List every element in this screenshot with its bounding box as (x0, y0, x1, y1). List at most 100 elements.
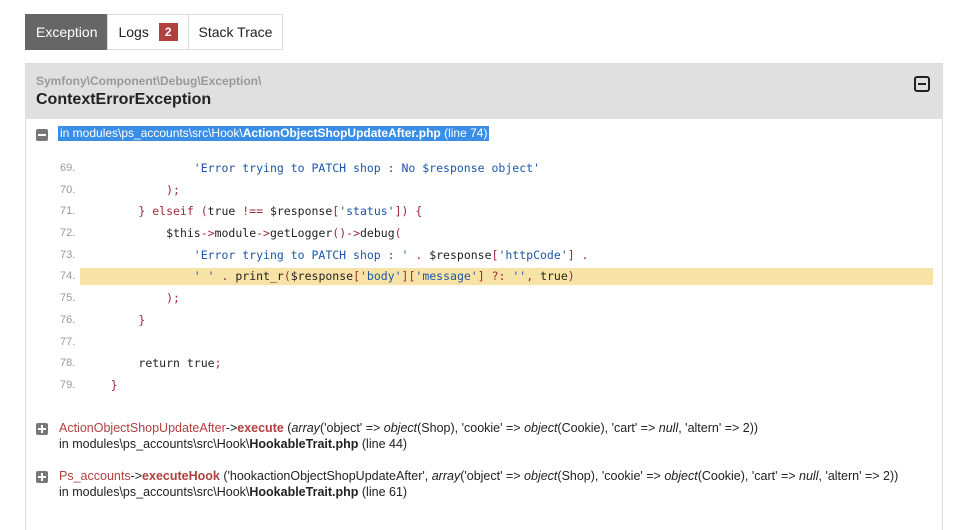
code-token: $response (429, 247, 492, 262)
code-line-background (80, 312, 933, 329)
line-number: 76. (60, 313, 76, 326)
expand-trace-2-icon[interactable] (36, 471, 48, 483)
trace-path: in modules\ps_accounts\src\Hook\ (59, 437, 250, 451)
trace-class[interactable]: Ps_accounts (59, 469, 131, 483)
code-token: $this (166, 226, 201, 241)
trace-arrow: -> (130, 469, 143, 483)
code-token: !== (235, 204, 270, 219)
code-token: 'message' (415, 269, 478, 284)
code-text: $this->module->getLogger()->debug( (83, 223, 402, 245)
line-number: 75. (60, 292, 76, 305)
code-token: $response (269, 204, 333, 219)
trace-arg: ('object' => (319, 421, 384, 435)
code-token: ( (394, 226, 402, 241)
code-token: return true (138, 356, 215, 371)
code-token: $response (290, 269, 354, 284)
exception-header: Symfony\Component\Debug\Exception\ Conte… (26, 64, 942, 119)
trace-arg: (Shop), 'cookie' => (557, 469, 665, 483)
code-token: ); (83, 291, 180, 306)
file-line-number: (line 74) (440, 126, 488, 140)
code-token: } (83, 377, 118, 392)
code-token: } elseif ( (83, 204, 208, 219)
code-line: 69. 'Error trying to PATCH shop : No $re… (25, 158, 933, 180)
code-token: getLogger (269, 226, 333, 241)
code-text: } (83, 310, 145, 332)
code-token: '' (512, 269, 527, 284)
trace-line-number: (line 61) (358, 485, 408, 499)
collapse-file-icon[interactable] (36, 129, 48, 141)
trace-item: Ps_accounts->executeHook ('hookactionObj… (59, 468, 929, 500)
tab-exception-label: Exception (36, 24, 98, 40)
trace-method: execute (237, 421, 284, 435)
trace-file[interactable]: HookableTrait.php (249, 485, 358, 499)
code-token: } (83, 312, 146, 327)
file-name[interactable]: ActionObjectShopUpdateAfter.php (243, 126, 441, 140)
code-line-background (80, 334, 933, 351)
code-token: ] . (567, 247, 589, 262)
trace-arg: object (524, 469, 558, 483)
code-token: ] ?: (477, 269, 513, 284)
tab-bar: Exception Logs 2 Stack Trace (25, 14, 284, 50)
code-text: } elseif (true !== $response['status']) … (83, 201, 422, 223)
code-token: [ (353, 269, 360, 284)
trace-method: executeHook (142, 469, 220, 483)
code-token: ) (567, 269, 575, 284)
line-number: 79. (60, 378, 76, 391)
trace-class[interactable]: ActionObjectShopUpdateAfter (59, 421, 226, 435)
code-excerpt: 69. 'Error trying to PATCH shop : No $re… (25, 158, 933, 397)
code-token: 'body' (360, 269, 402, 284)
logs-count-badge: 2 (158, 23, 178, 41)
line-number: 77. (60, 335, 76, 348)
line-number: 78. (60, 357, 76, 370)
line-number: 71. (60, 205, 76, 218)
code-token: . (408, 247, 430, 262)
line-number: 74. (60, 270, 76, 283)
line-number: 72. (60, 227, 76, 240)
code-text: ' ' . print_r($response['body']['message… (83, 266, 575, 288)
code-token: 'Error trying to PATCH shop : No $respon… (193, 161, 540, 175)
code-token: ); (83, 182, 180, 197)
trace-arrow: -> (225, 421, 238, 435)
code-token: -> (256, 226, 270, 241)
code-line-background (80, 290, 933, 307)
code-text: } (83, 375, 118, 397)
trace-arg: , 'altern' => 2)) (678, 421, 759, 435)
expand-trace-1-icon[interactable] (36, 423, 48, 435)
code-line: 79. } (25, 375, 933, 397)
code-token: ][ (401, 269, 416, 284)
code-text: ); (83, 180, 180, 202)
trace-arg: null (658, 421, 679, 435)
trace-arg: object (383, 421, 418, 435)
code-token: module (214, 226, 257, 241)
trace-arg: array (291, 421, 320, 435)
tab-logs[interactable]: Logs 2 (107, 14, 189, 50)
code-text: return true; (83, 353, 222, 375)
trace-call: Ps_accounts->executeHook ('hookactionObj… (59, 468, 929, 484)
code-line: 70. ); (25, 180, 933, 202)
trace-arg: (Cookie), 'cart' => (697, 469, 800, 483)
trace-file[interactable]: HookableTrait.php (249, 437, 358, 451)
tab-stack-trace[interactable]: Stack Trace (187, 14, 284, 50)
collapse-icon[interactable] (914, 76, 930, 92)
code-token: true (207, 204, 236, 219)
trace-arg: array (431, 469, 461, 483)
code-token: 'httpCode' (498, 247, 568, 262)
code-line: 73. 'Error trying to PATCH shop : ' . $r… (25, 245, 933, 267)
trace-arg: ('object' => (460, 469, 525, 483)
code-line: 78. return true; (25, 353, 933, 375)
code-line-background (80, 377, 933, 394)
code-token: ; (214, 356, 222, 371)
tab-exception[interactable]: Exception (25, 14, 109, 50)
code-text: 'Error trying to PATCH shop : No $respon… (83, 158, 540, 180)
code-text: ); (83, 288, 180, 310)
trace-call: ActionObjectShopUpdateAfter->execute (ar… (59, 420, 929, 436)
code-line-highlighted: 74. ' ' . print_r($response['body']['mes… (25, 266, 933, 288)
trace-arg: null (799, 469, 819, 483)
code-token: 'Error trying to PATCH shop : ' (193, 247, 409, 262)
code-line: 76. } (25, 310, 933, 332)
code-line-background (80, 182, 933, 199)
